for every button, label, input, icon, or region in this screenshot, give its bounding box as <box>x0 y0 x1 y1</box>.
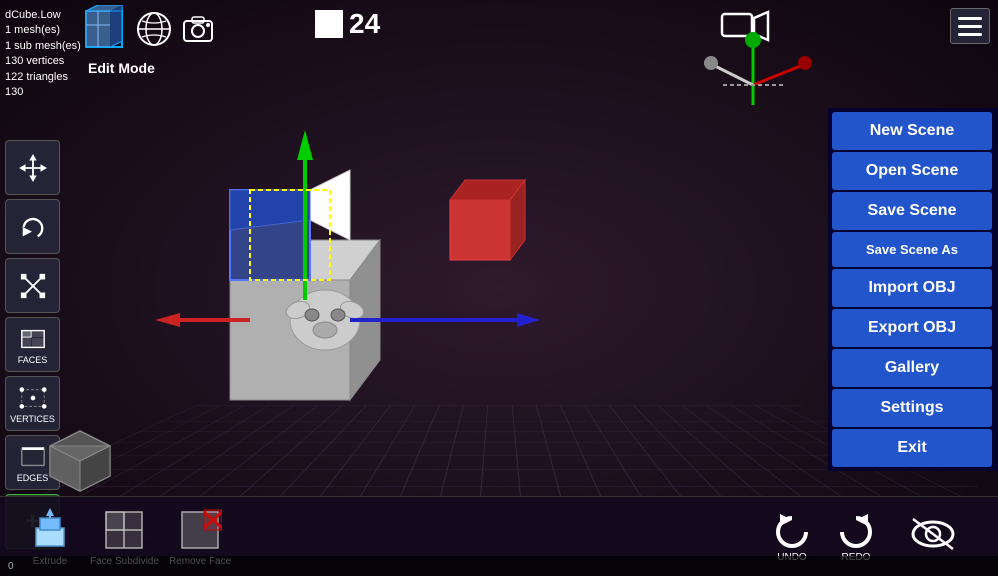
mode-icon-area <box>80 5 216 53</box>
info-line2: 1 mesh(es) <box>5 23 81 38</box>
move-tool[interactable] <box>5 140 60 195</box>
hamburger-line-2 <box>958 25 982 28</box>
info-line4: 130 vertices <box>5 54 81 69</box>
extrude-icon <box>27 507 73 553</box>
hamburger-line-1 <box>958 17 982 20</box>
face-subdivide-icon <box>101 507 147 553</box>
extrude-icon-svg <box>28 508 72 552</box>
info-line3: 1 sub mesh(es) <box>5 39 81 54</box>
open-scene-button[interactable]: Open Scene <box>832 152 992 190</box>
rotate-tool[interactable] <box>5 199 60 254</box>
cube-mode-icon[interactable] <box>80 5 128 53</box>
info-line6: 130 <box>5 85 81 100</box>
new-scene-button[interactable]: New Scene <box>832 112 992 150</box>
settings-button[interactable]: Settings <box>832 389 992 427</box>
viewport: dCube.Low 1 mesh(es) 1 sub mesh(es) 130 … <box>0 0 998 576</box>
info-line5: 122 triangles <box>5 70 81 85</box>
visibility-icon <box>908 514 958 554</box>
orientation-gizmo <box>693 30 813 120</box>
hamburger-menu[interactable] <box>950 8 990 44</box>
remove-face-icon <box>177 507 223 553</box>
status-bar: 0 <box>0 556 998 576</box>
import-obj-button[interactable]: Import OBJ <box>832 269 992 307</box>
faces-icon <box>19 325 47 353</box>
cube-thumbnail <box>40 416 120 496</box>
right-menu: New Scene Open Scene Save Scene Save Sce… <box>828 108 998 471</box>
faces-label: FACES <box>18 355 48 365</box>
exit-button[interactable]: Exit <box>832 429 992 467</box>
faces-tool[interactable]: FACES <box>5 317 60 372</box>
rotate-icon <box>19 213 47 241</box>
snapshot-icon[interactable] <box>180 11 216 47</box>
info-line1: dCube.Low <box>5 8 81 23</box>
remove-face-icon-svg <box>178 508 222 552</box>
status-text: 0 <box>8 561 14 572</box>
cube-thumbnail-svg <box>40 416 120 496</box>
frame-number: 24 <box>349 8 380 40</box>
scene-objects <box>150 100 650 480</box>
scale-tool[interactable] <box>5 258 60 313</box>
orientation-gizmo-svg <box>693 30 813 120</box>
vertices-icon <box>19 384 47 412</box>
scale-icon <box>19 272 47 300</box>
scene-svg <box>150 100 650 480</box>
face-subdivide-icon-svg <box>102 508 146 552</box>
globe-icon[interactable] <box>136 11 172 47</box>
visibility-toggle[interactable] <box>908 514 958 559</box>
export-obj-button[interactable]: Export OBJ <box>832 309 992 347</box>
gallery-button[interactable]: Gallery <box>832 349 992 387</box>
move-icon <box>19 154 47 182</box>
frame-box <box>315 10 343 38</box>
hamburger-line-3 <box>958 33 982 36</box>
edit-mode-label: Edit Mode <box>88 60 155 76</box>
save-scene-button[interactable]: Save Scene <box>832 192 992 230</box>
info-panel: dCube.Low 1 mesh(es) 1 sub mesh(es) 130 … <box>5 8 81 100</box>
undo-icon <box>770 510 814 550</box>
save-scene-as-button[interactable]: Save Scene As <box>832 232 992 267</box>
redo-icon <box>834 510 878 550</box>
frame-counter: 24 <box>315 8 380 40</box>
